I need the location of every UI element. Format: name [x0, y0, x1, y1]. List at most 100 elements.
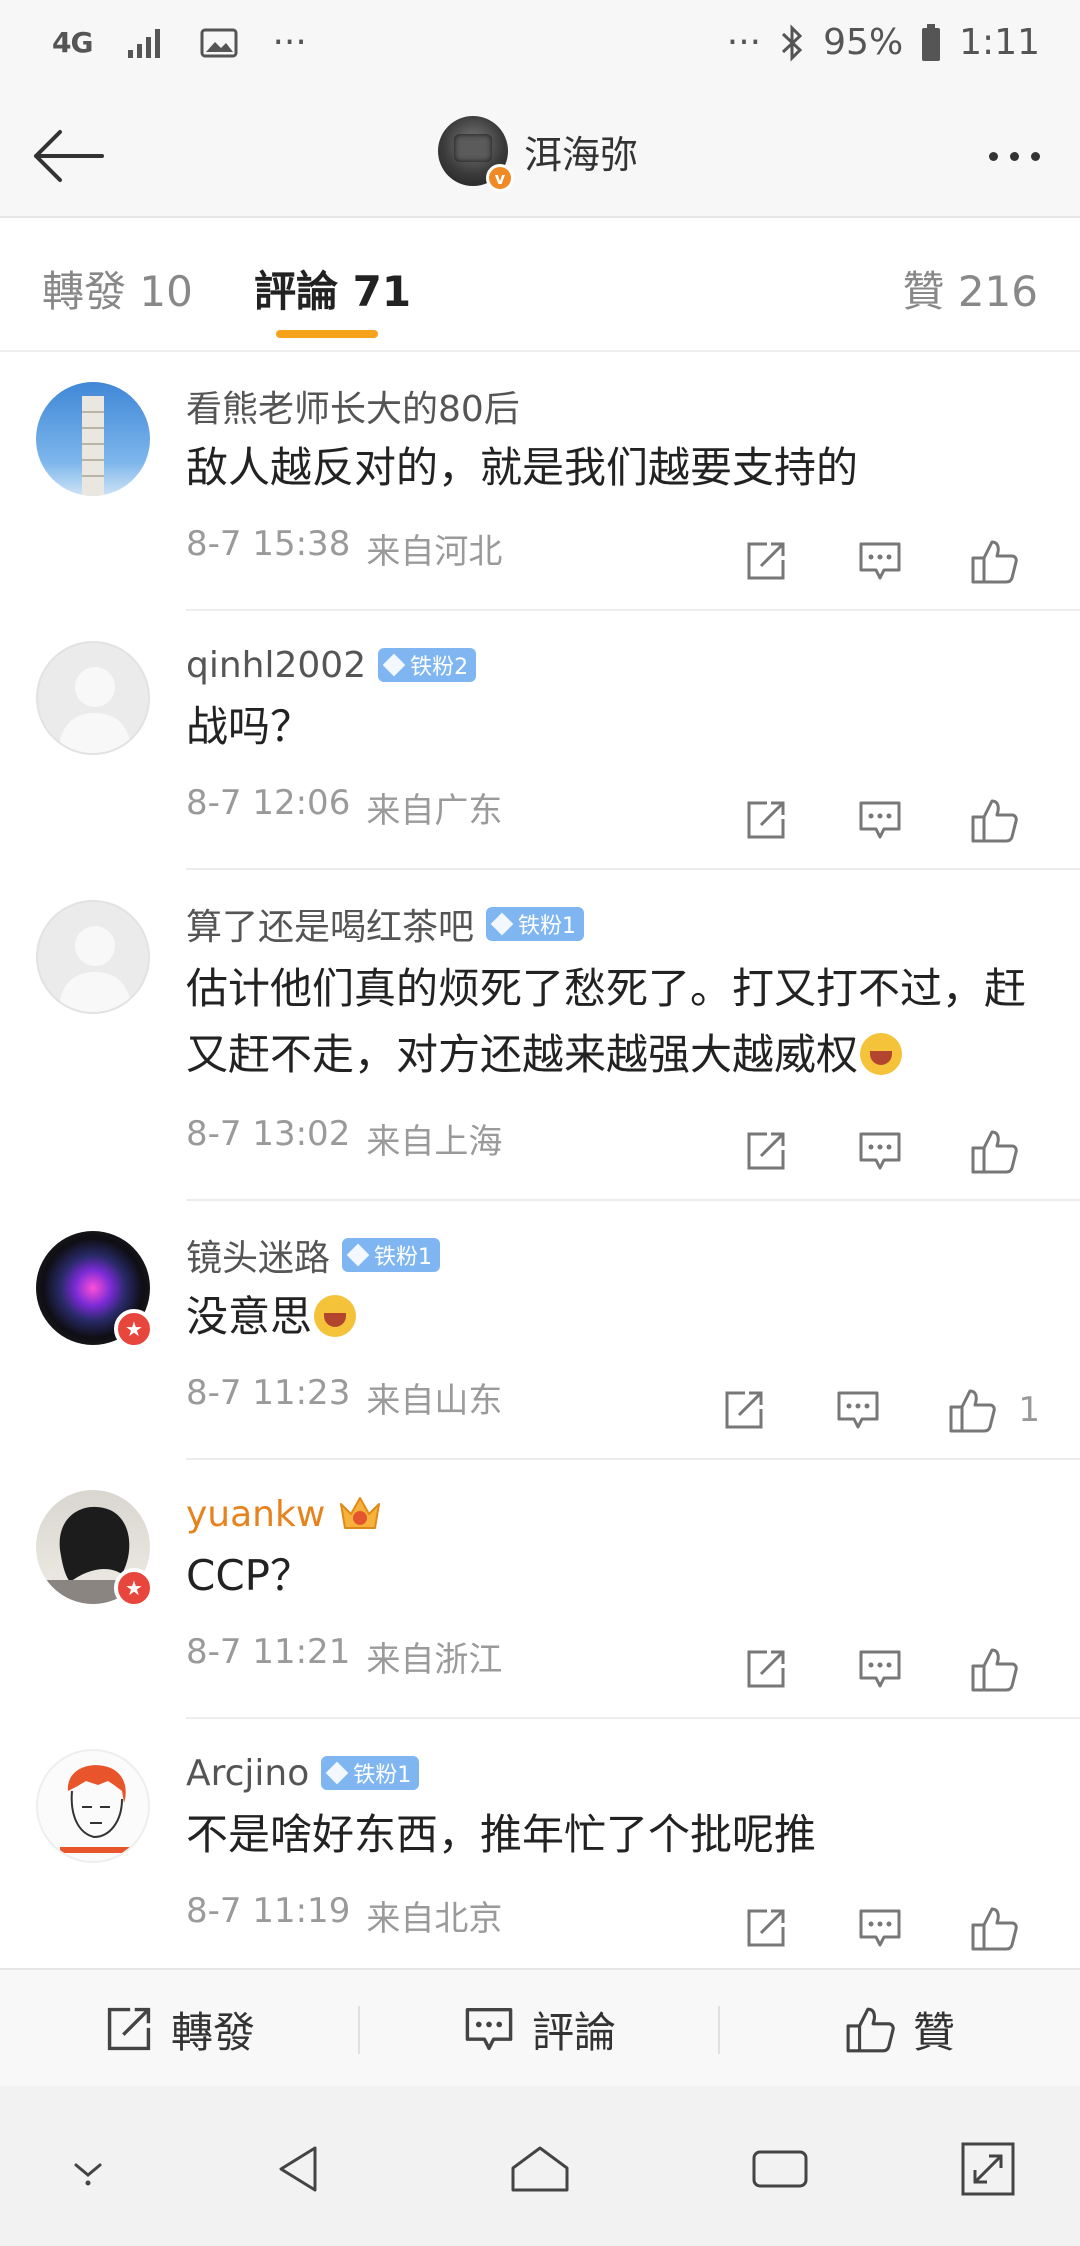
repost-icon[interactable]	[720, 1386, 768, 1434]
repost-icon[interactable]	[742, 796, 790, 844]
comment-icon[interactable]	[856, 796, 904, 844]
fan-level-badge: 铁粉2	[378, 648, 477, 682]
repost-label: 轉發	[170, 2007, 255, 2057]
tab-reposts[interactable]: 轉發 10	[42, 258, 193, 319]
star-badge-icon: ★	[114, 1309, 154, 1349]
recents-icon	[752, 2150, 808, 2188]
comment-icon[interactable]	[834, 1386, 882, 1434]
avatar[interactable]	[36, 900, 150, 1014]
comment-username[interactable]: Arcjino	[186, 1753, 309, 1794]
like-icon[interactable]	[970, 1645, 1018, 1693]
tab-active-indicator	[276, 330, 378, 338]
avatar[interactable]	[36, 1749, 150, 1863]
home-icon	[511, 2146, 569, 2192]
avatar[interactable]: ★	[36, 1231, 154, 1349]
battery-percent: 95%	[823, 22, 904, 63]
back-nav-button[interactable]	[260, 2134, 340, 2204]
comment-username[interactable]: 算了还是喝红茶吧	[186, 898, 474, 950]
like-label: 贊	[912, 2007, 955, 2057]
recents-nav-button[interactable]	[740, 2134, 820, 2204]
comment-location: 来自浙江	[366, 1640, 503, 1680]
more-dot-icon	[1009, 151, 1019, 161]
chevron-down-icon	[74, 2163, 102, 2186]
comment-date: 8-7 11:19	[186, 1891, 351, 1931]
avatar[interactable]	[36, 382, 150, 496]
repost-button[interactable]: 轉發	[0, 1970, 360, 2088]
comment-icon[interactable]	[856, 1904, 904, 1952]
comment-label: 評論	[531, 2007, 616, 2057]
fan-level-badge: 铁粉1	[486, 907, 585, 941]
comment-text: 敌人越反对的，就是我们越要支持的	[186, 443, 859, 492]
post-author[interactable]: v 洱海弥	[438, 116, 639, 192]
like-button[interactable]: 贊	[720, 1970, 1080, 2088]
comment-date: 8-7 12:06	[186, 783, 351, 823]
tab-likes[interactable]: 贊 216	[902, 258, 1038, 319]
comment-text: 战吗？	[186, 702, 313, 751]
comment-location: 来自广东	[366, 791, 503, 831]
comment-date: 8-7 13:02	[186, 1114, 351, 1154]
signal-icon	[126, 26, 166, 60]
comment-icon[interactable]	[856, 1127, 904, 1175]
fan-level-label: 铁粉2	[410, 655, 469, 680]
fan-level-label: 铁粉1	[518, 914, 577, 939]
like-icon[interactable]	[970, 1127, 1018, 1175]
avatar[interactable]: ★	[36, 1490, 154, 1608]
repost-icon[interactable]	[742, 537, 790, 585]
fan-level-badge: 铁粉1	[321, 1756, 420, 1790]
comment-icon	[465, 2007, 513, 2051]
system-navigation-bar	[0, 2086, 1080, 2246]
repost-icon[interactable]	[742, 1904, 790, 1952]
comment-date: 8-7 11:23	[186, 1373, 351, 1413]
comment-item: ★ 镜头迷路 铁粉1 没意思 8-7 11:23 来自山东 1	[0, 1201, 1080, 1460]
like-icon[interactable]	[970, 796, 1018, 844]
avatar[interactable]: v	[438, 116, 514, 192]
repost-icon[interactable]	[742, 1645, 790, 1693]
status-more-right: ···	[726, 22, 762, 63]
repost-icon	[107, 2007, 151, 2051]
comment-location: 来自北京	[366, 1899, 503, 1939]
status-bar: 4G ··· ··· 95% 1:11	[0, 0, 1080, 92]
tab-comments[interactable]: 評論 71	[254, 258, 411, 319]
hide-keyboard-button[interactable]	[48, 2134, 128, 2204]
comment-icon[interactable]	[856, 537, 904, 585]
back-button[interactable]	[26, 114, 110, 198]
comment-username[interactable]: 看熊老师长大的80后	[186, 380, 520, 432]
home-nav-button[interactable]	[500, 2134, 580, 2204]
comment-item: 算了还是喝红茶吧 铁粉1 估计他们真的烦死了愁死了。打又打不过，赶又赶不走，对方…	[0, 870, 1080, 1201]
comment-username[interactable]: 镜头迷路	[186, 1229, 330, 1281]
page-title: 洱海弥	[524, 132, 639, 177]
fan-level-badge: 铁粉1	[342, 1238, 441, 1272]
battery-icon	[921, 23, 941, 62]
like-icon[interactable]	[970, 537, 1018, 585]
fullscreen-nav-button[interactable]	[948, 2134, 1028, 2204]
clock: 1:11	[959, 22, 1040, 63]
arrow-left-icon	[34, 130, 104, 182]
comment-icon[interactable]	[856, 1645, 904, 1693]
comment-text: 不是啥好东西，推年忙了个批呢推	[186, 1810, 817, 1859]
comment-location: 来自河北	[366, 532, 503, 572]
image-icon	[200, 27, 238, 59]
comment-item: qinhl2002 铁粉2 战吗？ 8-7 12:06 来自广东	[0, 611, 1080, 870]
laughing-emoji-icon	[860, 1033, 903, 1075]
expand-icon	[961, 2142, 1015, 2196]
more-button[interactable]	[974, 128, 1054, 184]
like-count: 1	[1018, 1390, 1040, 1430]
verified-badge: v	[486, 164, 514, 192]
like-icon[interactable]	[948, 1386, 997, 1434]
like-icon[interactable]	[970, 1904, 1018, 1952]
comment-location: 来自上海	[366, 1122, 503, 1162]
fan-level-label: 铁粉1	[353, 1763, 412, 1788]
comment-date: 8-7 11:21	[186, 1632, 351, 1672]
nav-bar: v 洱海弥	[0, 92, 1080, 218]
bluetooth-icon	[779, 23, 805, 63]
repost-icon[interactable]	[742, 1127, 790, 1175]
avatar[interactable]	[36, 641, 150, 755]
comment-username[interactable]: yuankw	[186, 1494, 325, 1535]
comment-item: 看熊老师长大的80后 敌人越反对的，就是我们越要支持的 8-7 15:38 来自河…	[0, 352, 1080, 611]
comment-date: 8-7 15:38	[186, 524, 351, 564]
fan-level-label: 铁粉1	[374, 1245, 433, 1270]
crying-laughing-emoji-icon	[314, 1295, 357, 1337]
comment-username[interactable]: qinhl2002	[186, 645, 366, 686]
comment-button[interactable]: 評論	[360, 1970, 720, 2088]
diamond-icon	[490, 912, 514, 936]
